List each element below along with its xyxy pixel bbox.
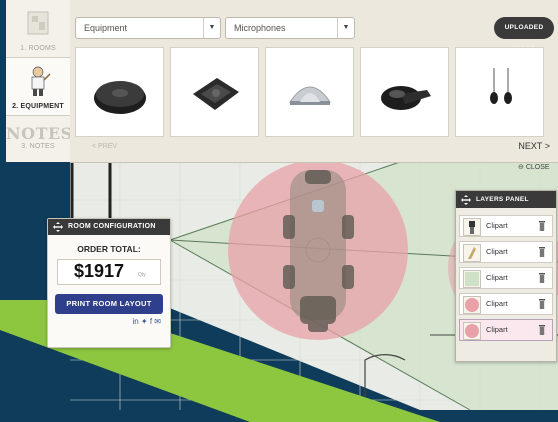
order-total-value: $1917	[74, 261, 125, 281]
trash-icon[interactable]	[539, 221, 545, 231]
rooms-icon	[27, 11, 49, 35]
clipart-thumbnail-icon	[463, 270, 481, 288]
close-link[interactable]: ⊖ CLOSE	[518, 163, 550, 171]
layer-label: Clipart	[486, 299, 508, 308]
room-configuration-title: ROOM CONFIGURATION	[68, 223, 156, 230]
notes-heading: NOTES	[6, 124, 73, 143]
layer-item[interactable]: Clipart	[459, 241, 553, 263]
boundary-mic-icon	[381, 86, 431, 110]
step-notes-tab[interactable]: NOTES 3. NOTES	[6, 116, 73, 162]
hanging-mic-icon	[490, 68, 512, 104]
next-link[interactable]: NEXT >	[518, 141, 550, 151]
layers-panel-title: LAYERS PANEL	[476, 196, 529, 203]
order-total-suffix: Qty	[138, 272, 146, 278]
trash-icon[interactable]	[539, 325, 545, 335]
order-total-box: $1917 Qty	[57, 259, 161, 285]
trash-icon[interactable]	[539, 273, 545, 283]
close-icon: ⊖	[518, 164, 524, 171]
room-configuration-header[interactable]: ROOM CONFIGURATION	[48, 219, 170, 235]
layer-item[interactable]: Clipart	[459, 215, 553, 237]
speakerphone-icon	[193, 78, 239, 110]
layer-label: Clipart	[486, 273, 508, 282]
prev-link[interactable]: < PREV	[92, 143, 117, 150]
layer-label: Clipart	[486, 325, 508, 334]
subcategory-select[interactable]: Microphones ▼	[225, 17, 355, 39]
equipment-tile-2[interactable]	[170, 47, 259, 137]
trash-icon[interactable]	[539, 299, 545, 309]
clipart-thumbnail-icon	[463, 296, 481, 314]
share-icons[interactable]: in ✦ f ✉	[57, 317, 161, 330]
close-label: CLOSE	[525, 164, 550, 171]
category-select-value: Equipment	[84, 23, 128, 33]
room-configuration-panel: ROOM CONFIGURATION ORDER TOTAL: $1917 Qt…	[47, 218, 171, 348]
move-icon	[461, 194, 471, 205]
clipart-thumbnail-icon	[463, 244, 481, 262]
move-icon	[53, 222, 63, 232]
order-total-label: ORDER TOTAL:	[77, 244, 141, 254]
layers-panel: LAYERS PANEL Clipart Clipart Clipart Cli…	[455, 190, 557, 362]
clipart-thumbnail-icon	[463, 218, 481, 236]
equipment-tile-3[interactable]	[265, 47, 354, 137]
layer-label: Clipart	[486, 247, 508, 256]
step-equipment-label: 2. EQUIPMENT	[12, 103, 64, 110]
layer-label: Clipart	[486, 221, 508, 230]
layer-item[interactable]: Clipart	[459, 267, 553, 289]
chevron-down-icon: ▼	[337, 18, 354, 38]
step-equipment-tab[interactable]: 2. EQUIPMENT	[6, 58, 70, 116]
layer-item[interactable]: Clipart	[459, 293, 553, 315]
equipment-browser: Equipment ▼ Microphones ▼ UPLOADED IMAGE	[70, 0, 558, 163]
print-room-layout-button[interactable]: PRINT ROOM LAYOUT	[55, 294, 163, 314]
layer-item-selected[interactable]: Clipart	[459, 319, 553, 341]
step-rooms-tab[interactable]: 1. ROOMS	[6, 0, 70, 58]
clipart-thumbnail-icon	[463, 322, 481, 340]
layers-panel-header[interactable]: LAYERS PANEL	[456, 191, 556, 208]
step-notes-label: 3. NOTES	[21, 143, 55, 150]
conference-speaker-icon	[94, 81, 146, 114]
equipment-tile-1[interactable]	[75, 47, 164, 137]
step-rooms-label: 1. ROOMS	[20, 45, 56, 52]
equipment-tile-5[interactable]	[455, 47, 544, 137]
ceiling-mic-icon	[289, 86, 331, 105]
technician-icon	[31, 66, 51, 96]
equipment-tile-4[interactable]	[360, 47, 449, 137]
trash-icon[interactable]	[539, 247, 545, 257]
uploaded-image-button[interactable]: UPLOADED IMAGE	[494, 17, 554, 53]
subcategory-select-value: Microphones	[234, 23, 286, 33]
category-select[interactable]: Equipment ▼	[75, 17, 221, 39]
step-tabs: 1. ROOMS 2. EQUIPMENT NOTES 3. NOTES	[6, 0, 73, 162]
chevron-down-icon: ▼	[203, 18, 220, 38]
